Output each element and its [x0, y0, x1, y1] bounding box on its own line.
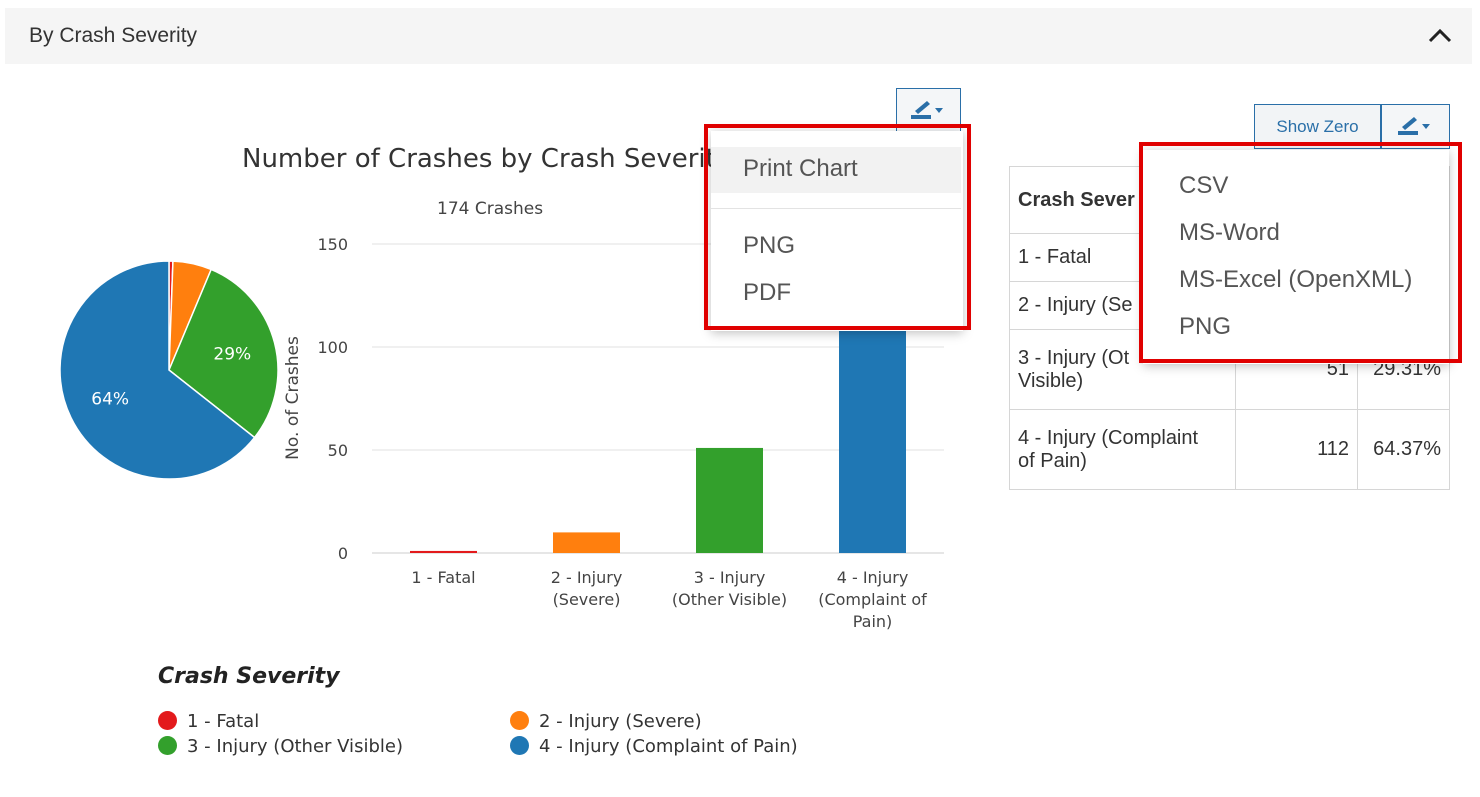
chevron-up-icon[interactable]	[1426, 22, 1454, 50]
download-icon	[1398, 117, 1430, 135]
x-tick-label: (Other Visible)	[672, 590, 787, 609]
bar	[410, 550, 477, 553]
pie-label: 29%	[213, 345, 251, 365]
table-cell-label: 4 - Injury (Complaint of Pain)	[1009, 409, 1236, 490]
y-tick-label: 50	[328, 441, 348, 460]
table-cell-percent: 64.37%	[1357, 409, 1450, 490]
legend-title: Crash Severity	[158, 664, 340, 689]
highlight-box	[704, 124, 971, 330]
x-tick-label: (Severe)	[553, 590, 621, 609]
y-tick-label: 100	[317, 338, 348, 357]
legend-label: 3 - Injury (Other Visible)	[187, 736, 403, 757]
x-tick-label: 4 - Injury	[837, 568, 909, 587]
legend-swatch	[510, 736, 529, 755]
y-axis-label: No. of Crashes	[283, 336, 303, 460]
chart-subtitle: 174 Crashes	[437, 199, 544, 219]
legend-swatch	[158, 736, 177, 755]
legend-item-severe[interactable]: 2 - Injury (Severe)	[510, 711, 702, 732]
legend-item-fatal[interactable]: 1 - Fatal	[158, 711, 259, 732]
legend-label: 1 - Fatal	[187, 711, 260, 732]
x-tick-label: (Complaint of	[818, 590, 927, 609]
chart-title: Number of Crashes by Crash Severity	[242, 144, 732, 174]
legend-label: 4 - Injury (Complaint of Pain)	[539, 736, 798, 757]
bar	[696, 447, 763, 553]
table-cell-count: 112	[1235, 409, 1358, 490]
legend-swatch	[158, 711, 177, 730]
bar	[553, 532, 620, 553]
legend-swatch	[510, 711, 529, 730]
x-tick-label: 1 - Fatal	[411, 568, 475, 587]
x-tick-label: 2 - Injury	[551, 568, 623, 587]
pie-label: 64%	[91, 390, 129, 410]
legend-label: 2 - Injury (Severe)	[539, 711, 702, 732]
highlight-box	[1139, 142, 1462, 363]
legend-item-complaint[interactable]: 4 - Injury (Complaint of Pain)	[510, 736, 798, 757]
x-tick-label: 3 - Injury	[694, 568, 766, 587]
y-tick-label: 0	[338, 544, 348, 563]
table-row: 4 - Injury (Complaint of Pain) 112 64.37%	[1009, 409, 1450, 490]
bar	[839, 322, 906, 553]
x-tick-label: Pain)	[853, 612, 893, 631]
y-tick-label: 150	[317, 235, 348, 254]
legend-item-other-visible[interactable]: 3 - Injury (Other Visible)	[158, 736, 403, 757]
